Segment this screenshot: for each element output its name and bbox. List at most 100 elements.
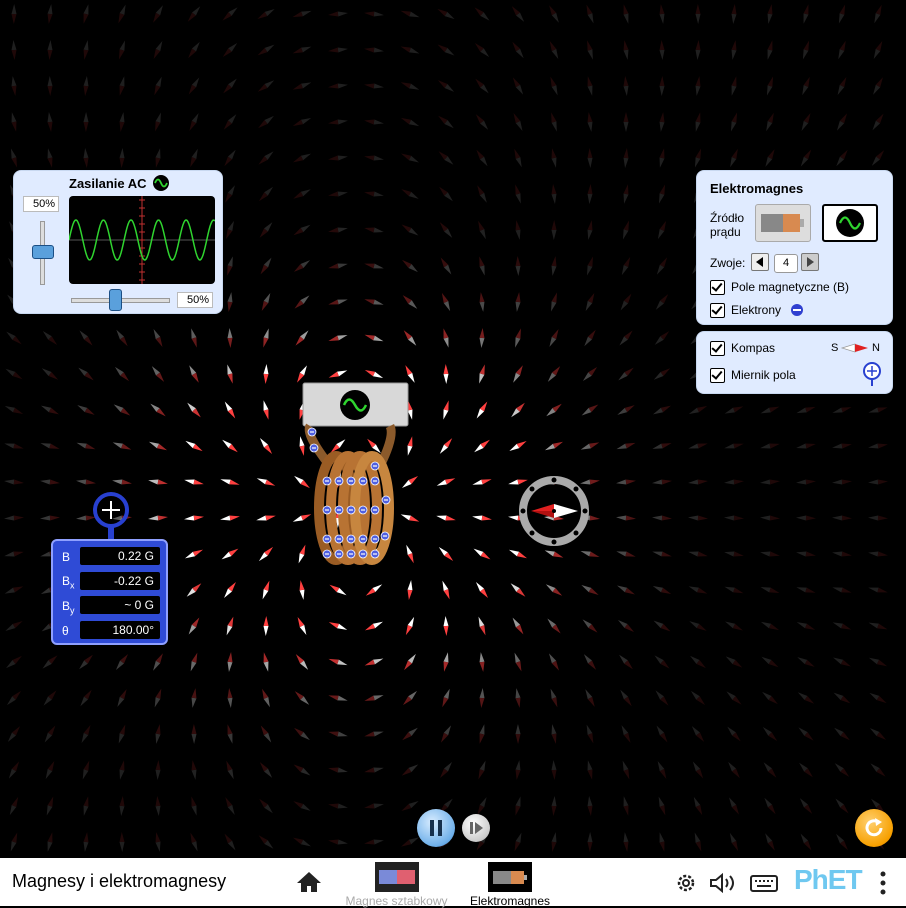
field-needle: [150, 403, 166, 417]
field-needle: [113, 404, 131, 416]
field-needle: [224, 401, 236, 419]
field-needle: [477, 185, 487, 203]
field-needle: [868, 443, 888, 449]
field-meter[interactable]: B 0.22 G Bx -0.22 G By ~ 0 G θ 180.00°: [51, 539, 168, 645]
settings-icon[interactable]: [675, 872, 697, 894]
field-needle: [328, 839, 348, 845]
field-needle: [508, 549, 528, 559]
field-needle: [731, 76, 737, 96]
field-needle: [256, 478, 276, 486]
bar-magnet-icon: [375, 862, 419, 892]
screen-bar-magnet-button[interactable]: Magnes sztabkowy: [344, 860, 449, 908]
field-needle: [479, 256, 485, 276]
oscilloscope: [69, 196, 215, 284]
magnetic-field-checkbox[interactable]: [710, 280, 725, 295]
by-label: By: [62, 599, 75, 616]
field-needle: [725, 621, 743, 631]
play-pause-button[interactable]: [417, 809, 455, 847]
field-needle: [222, 43, 238, 57]
field-needle: [623, 4, 629, 24]
field-needle: [155, 796, 161, 816]
field-needle: [119, 40, 125, 60]
field-needle: [800, 149, 812, 167]
field-needle: [763, 762, 777, 778]
field-needle: [45, 760, 55, 780]
b-label: B: [62, 550, 71, 564]
field-needle: [695, 76, 701, 96]
turns-decrease-button[interactable]: [751, 253, 769, 271]
field-needle: [724, 479, 744, 485]
field-needle: [550, 76, 558, 96]
field-needle: [834, 763, 850, 777]
field-needle: [292, 118, 312, 126]
ac-source-button[interactable]: [822, 204, 878, 242]
field-needle: [83, 4, 89, 24]
field-needle: [364, 83, 384, 89]
field-needle: [797, 692, 815, 704]
field-needle: [187, 402, 201, 418]
field-needle: [545, 584, 563, 596]
field-needle: [581, 584, 599, 596]
field-needle: [587, 760, 593, 780]
field-needle: [514, 148, 522, 168]
electromagnet-battery-icon: [488, 862, 532, 892]
field-needle: [762, 691, 778, 705]
compass[interactable]: [517, 474, 591, 548]
field-needle: [547, 618, 561, 634]
field-needle: [442, 688, 450, 708]
field-needle: [258, 151, 274, 165]
field-needle: [47, 40, 53, 60]
electrons-checkbox[interactable]: [710, 303, 725, 318]
field-needle: [796, 622, 816, 630]
field-needle: [690, 655, 706, 669]
field-needle: [515, 256, 521, 276]
field-needle: [731, 40, 737, 60]
field-needle: [226, 220, 234, 240]
field-needle: [623, 832, 629, 852]
screen-electromagnet-button[interactable]: Elektromagnes: [462, 860, 558, 908]
field-needle: [833, 657, 851, 667]
menu-dots-icon[interactable]: [878, 870, 888, 896]
field-meter-probe[interactable]: [90, 490, 132, 542]
field-needle: [220, 479, 240, 485]
field-needle: [77, 405, 95, 415]
field-needle: [364, 119, 384, 125]
reset-all-button[interactable]: [855, 809, 893, 847]
field-needle: [798, 727, 814, 741]
field-needle: [688, 515, 708, 521]
field-needle: [440, 761, 452, 779]
field-needle: [227, 292, 233, 312]
field-needle: [654, 655, 670, 669]
amplitude-slider-thumb[interactable]: [32, 245, 54, 259]
field-needle: [227, 328, 233, 348]
home-icon[interactable]: [296, 871, 322, 893]
field-needle: [227, 652, 233, 672]
field-needle: [796, 515, 816, 521]
field-needle: [479, 688, 485, 708]
turns-increase-button[interactable]: [801, 253, 819, 271]
field-needle: [688, 551, 708, 557]
compass-checkbox[interactable]: [710, 341, 725, 356]
field-needle: [760, 515, 780, 521]
field-needle: [659, 112, 665, 132]
audio-icon[interactable]: [709, 872, 739, 894]
step-forward-button[interactable]: [462, 814, 490, 842]
field-needle: [227, 364, 233, 384]
field-needle: [548, 653, 560, 671]
field-needle: [42, 331, 58, 345]
field-needle: [585, 689, 595, 707]
field-needle: [256, 515, 276, 521]
field-meter-checkbox[interactable]: [710, 368, 725, 383]
field-needle: [155, 148, 161, 168]
field-needle: [191, 796, 197, 816]
field-needle: [11, 112, 17, 132]
phet-logo: PhET: [794, 864, 863, 895]
battery-source-button[interactable]: [755, 204, 811, 242]
keyboard-icon[interactable]: [750, 873, 778, 893]
frequency-slider-thumb[interactable]: [109, 289, 122, 311]
field-needle: [83, 796, 89, 816]
electromagnet[interactable]: [290, 380, 430, 580]
field-needle: [515, 688, 521, 708]
field-needle: [512, 41, 524, 59]
field-needle: [836, 113, 848, 131]
